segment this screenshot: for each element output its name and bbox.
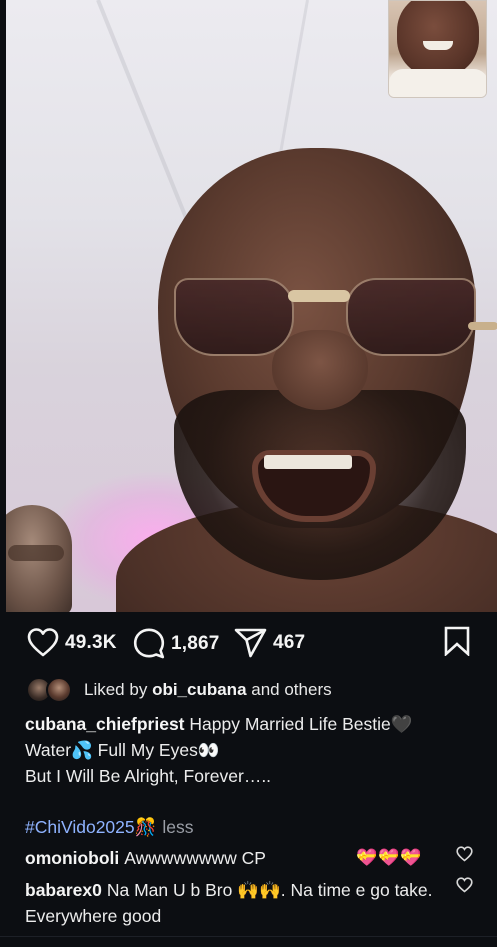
pip-teeth bbox=[423, 41, 453, 50]
liked-by-row[interactable]: Liked by obi_cubana and others bbox=[26, 677, 332, 703]
liked-by-suffix: and others bbox=[251, 680, 332, 699]
liked-by-user[interactable]: obi_cubana bbox=[152, 680, 246, 699]
caption-username[interactable]: cubana_chiefpriest bbox=[25, 714, 185, 734]
picture-in-picture-video[interactable] bbox=[388, 0, 487, 98]
share-button[interactable]: 467 bbox=[234, 628, 305, 658]
like-count: 49.3K bbox=[65, 631, 117, 653]
pip-face bbox=[397, 1, 479, 77]
sunglasses-bridge bbox=[288, 290, 350, 302]
main-person-teeth bbox=[264, 455, 352, 469]
liked-by-text: Liked by obi_cubana and others bbox=[84, 680, 332, 700]
comment-bubble-icon bbox=[133, 628, 165, 659]
caption-line-2: Water💦 Full My Eyes👀 bbox=[25, 740, 220, 760]
liked-by-prefix: Liked by bbox=[84, 680, 148, 699]
pip-pillow bbox=[389, 69, 486, 97]
post-caption: cubana_chiefpriest Happy Married Life Be… bbox=[25, 711, 485, 789]
comment-like-icon[interactable] bbox=[456, 877, 473, 893]
paper-plane-icon bbox=[234, 628, 267, 658]
caption-text-1: Happy Married Life Bestie🖤 bbox=[189, 714, 413, 734]
sunglasses-lens-left bbox=[174, 278, 294, 356]
background-person-glasses bbox=[8, 545, 64, 561]
bookmark-icon bbox=[444, 626, 470, 656]
divider bbox=[0, 936, 497, 937]
sunglasses-lens-right bbox=[346, 278, 476, 356]
sunglasses-temple bbox=[468, 322, 497, 330]
action-bar: 49.3K 1,867 467 bbox=[0, 620, 497, 666]
hashtag-link[interactable]: #ChiVido2025🎊 bbox=[25, 817, 156, 837]
caption-hashtag-row: #ChiVido2025🎊 less bbox=[25, 815, 194, 839]
less-link[interactable]: less bbox=[162, 817, 193, 837]
heart-icon bbox=[27, 628, 59, 657]
liker-avatars bbox=[26, 677, 76, 703]
comment-button[interactable]: 1,867 bbox=[133, 628, 220, 659]
comment-count: 1,867 bbox=[171, 632, 220, 654]
avatar bbox=[46, 677, 72, 703]
like-button[interactable]: 49.3K bbox=[27, 628, 117, 657]
comment-item: babarex0 Na Man U b Bro 🙌🙌. Na time e go … bbox=[25, 877, 445, 929]
caption-line-1: cubana_chiefpriest Happy Married Life Be… bbox=[25, 711, 485, 737]
comment-text: Awwwwwwww CP bbox=[124, 848, 266, 868]
share-count: 467 bbox=[273, 632, 306, 653]
save-button[interactable] bbox=[444, 626, 470, 656]
comment-username[interactable]: babarex0 bbox=[25, 880, 102, 900]
comment-username[interactable]: omonioboli bbox=[25, 848, 119, 868]
comment-emoji: 💝💝💝 bbox=[356, 848, 423, 867]
comment-like-icon[interactable] bbox=[456, 846, 473, 862]
caption-line-3: But I Will Be Alright, Forever….. bbox=[25, 766, 272, 786]
post-screen: 49.3K 1,867 467 Liked by obi_cubana and … bbox=[0, 0, 497, 947]
